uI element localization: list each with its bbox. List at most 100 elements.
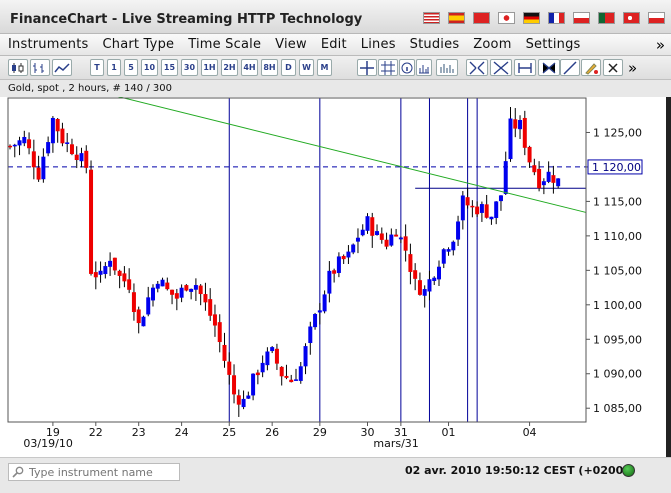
candle-body bbox=[346, 251, 351, 258]
menu-overflow-button[interactable]: » bbox=[656, 36, 665, 54]
candle-body bbox=[22, 136, 27, 144]
timescale-2h-button[interactable]: 2H bbox=[221, 59, 238, 76]
timescale-8h-button[interactable]: 8H bbox=[261, 59, 278, 76]
us-flag-icon[interactable] bbox=[423, 12, 440, 24]
candle-body bbox=[441, 249, 446, 264]
timescale-15-button[interactable]: 15 bbox=[161, 59, 178, 76]
es-flag-icon[interactable] bbox=[448, 12, 465, 24]
candle-body bbox=[394, 234, 399, 237]
de-flag-icon[interactable] bbox=[523, 12, 540, 24]
instrument-search-input[interactable] bbox=[8, 463, 180, 481]
x-tick-label: 24 bbox=[175, 426, 189, 439]
timescale-t-button[interactable]: T bbox=[90, 59, 104, 76]
candle-body bbox=[355, 237, 360, 242]
candle-body bbox=[60, 128, 65, 144]
menu-instruments[interactable]: Instruments bbox=[0, 37, 89, 52]
timescale-5-button[interactable]: 5 bbox=[124, 59, 138, 76]
menu-bar: Instruments Chart Type Time Scale View E… bbox=[0, 34, 671, 56]
menu-studies[interactable]: Studies bbox=[402, 37, 460, 52]
candle-body bbox=[422, 289, 427, 296]
candle-body bbox=[46, 142, 51, 154]
candle-body bbox=[370, 217, 375, 236]
timescale-d-button[interactable]: D bbox=[281, 59, 296, 76]
pt-flag-icon[interactable] bbox=[598, 12, 615, 24]
candle-body bbox=[212, 314, 217, 326]
menu-lines[interactable]: Lines bbox=[353, 37, 396, 52]
chart-panel[interactable]: 1 085,00 1 090,00 1 095,00 1 100,00 1 105,00… bbox=[0, 97, 671, 457]
candle-body bbox=[184, 285, 189, 291]
pencil-icon[interactable] bbox=[581, 59, 601, 76]
trendline[interactable] bbox=[110, 97, 587, 213]
candle-body bbox=[479, 204, 484, 213]
menu-edit[interactable]: Edit bbox=[313, 37, 347, 52]
x-tick-label: 23 bbox=[132, 426, 146, 439]
candlestick-chart-icon[interactable] bbox=[8, 59, 28, 76]
timescale-10-button[interactable]: 10 bbox=[141, 59, 158, 76]
toolbar-overflow-button[interactable]: » bbox=[628, 59, 637, 77]
y-tick-label: 1 100,00 bbox=[593, 299, 642, 312]
current-price-label: 1 120,00 bbox=[592, 161, 641, 174]
candle-body bbox=[84, 150, 89, 168]
price-chart[interactable]: 1 085,00 1 090,00 1 095,00 1 100,00 1 105,00… bbox=[0, 97, 666, 457]
histogram-icon[interactable] bbox=[436, 59, 458, 76]
candle-body bbox=[294, 379, 298, 381]
toolbar: T 1 5 10 15 30 1H 2H 4H 8H D W M » bbox=[0, 56, 671, 80]
timescale-1-button[interactable]: 1 bbox=[107, 59, 121, 76]
candle-body bbox=[31, 151, 36, 168]
crosshair-icon[interactable] bbox=[357, 59, 377, 76]
jp-flag-icon[interactable] bbox=[498, 12, 515, 24]
cn-flag-icon[interactable] bbox=[473, 12, 490, 24]
tr-flag-icon[interactable] bbox=[623, 12, 640, 24]
scroll-right-icon[interactable] bbox=[538, 59, 560, 76]
candle-body bbox=[170, 289, 175, 295]
y-tick-label: 1 125,00 bbox=[593, 126, 642, 139]
menu-time-scale[interactable]: Time Scale bbox=[180, 37, 261, 52]
grid-icon[interactable] bbox=[378, 59, 398, 76]
timescale-4h-button[interactable]: 4H bbox=[241, 59, 258, 76]
timescale-1h-button[interactable]: 1H bbox=[201, 59, 218, 76]
candle-body bbox=[379, 233, 384, 240]
candle-body bbox=[127, 279, 132, 290]
cz-flag-icon[interactable] bbox=[648, 12, 665, 24]
menu-settings[interactable]: Settings bbox=[518, 37, 581, 52]
zoom-in-icon[interactable] bbox=[466, 59, 488, 76]
candle-body bbox=[122, 273, 127, 282]
candle-body bbox=[551, 175, 556, 183]
menu-chart-type[interactable]: Chart Type bbox=[95, 37, 175, 52]
scroll-left-icon[interactable] bbox=[514, 59, 536, 76]
menu-view[interactable]: View bbox=[267, 37, 307, 52]
candle-body bbox=[446, 249, 451, 252]
connection-status-icon bbox=[622, 464, 635, 477]
candle-body bbox=[246, 395, 251, 399]
candle-body bbox=[513, 119, 518, 129]
candle-body bbox=[437, 266, 441, 280]
candle-body bbox=[36, 167, 41, 180]
candle-body bbox=[365, 216, 370, 231]
volume-icon[interactable] bbox=[416, 59, 432, 76]
info-icon[interactable] bbox=[399, 59, 415, 76]
candle-body bbox=[65, 142, 70, 145]
candle-body bbox=[165, 282, 170, 290]
candle-body bbox=[546, 171, 551, 182]
menu-zoom[interactable]: Zoom bbox=[465, 37, 511, 52]
fr-flag-icon[interactable] bbox=[548, 12, 565, 24]
candle-body bbox=[217, 322, 222, 343]
candle-body bbox=[432, 277, 437, 281]
status-bar: 02 avr. 2010 19:50:12 CEST (+0200) bbox=[0, 457, 671, 493]
trendline-tool-icon[interactable] bbox=[560, 59, 580, 76]
candle-body bbox=[384, 239, 389, 247]
timescale-m-button[interactable]: M bbox=[317, 59, 332, 76]
delete-tool-icon[interactable] bbox=[603, 59, 623, 76]
zoom-out-icon[interactable] bbox=[490, 59, 512, 76]
line-chart-icon[interactable] bbox=[52, 59, 72, 76]
candle-body bbox=[460, 195, 465, 221]
timescale-30-button[interactable]: 30 bbox=[181, 59, 198, 76]
pl-flag-icon[interactable] bbox=[573, 12, 590, 24]
bar-chart-icon[interactable] bbox=[30, 59, 50, 76]
candle-body bbox=[141, 316, 146, 327]
candle-body bbox=[222, 344, 227, 361]
candle-body bbox=[484, 204, 489, 218]
timescale-w-button[interactable]: W bbox=[299, 59, 314, 76]
candle-body bbox=[413, 270, 418, 279]
candle-body bbox=[489, 216, 494, 220]
